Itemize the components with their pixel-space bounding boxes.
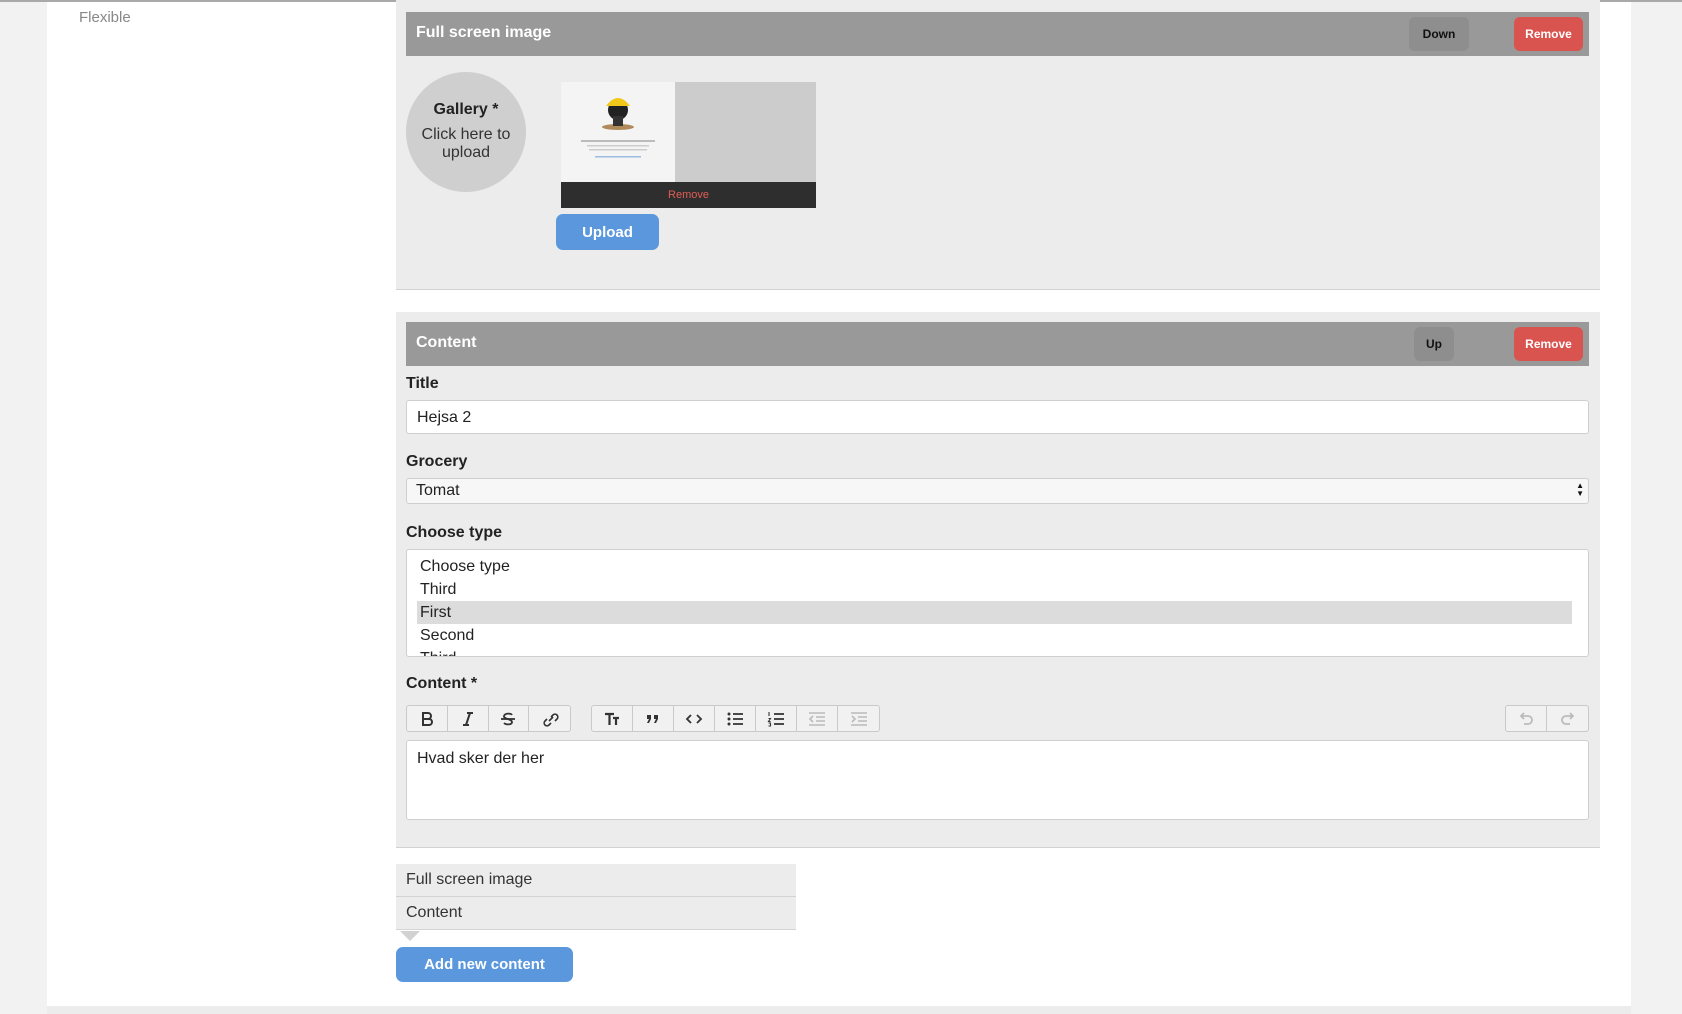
indent-icon[interactable]	[838, 706, 879, 731]
link-icon[interactable]	[529, 706, 570, 731]
listbox-option[interactable]: Second	[417, 624, 1572, 647]
heading-icon[interactable]	[592, 706, 633, 731]
move-up-button[interactable]: Up	[1414, 327, 1454, 361]
thumbnail-image	[561, 82, 675, 182]
select-arrows-icon: ▲ ▼	[1576, 481, 1584, 498]
remove-block-button[interactable]: Remove	[1514, 17, 1583, 51]
gallery-title: Gallery *	[433, 101, 499, 118]
content-editor[interactable]: Hvad sker der her	[406, 740, 1589, 820]
strikethrough-icon[interactable]	[489, 706, 530, 731]
octocat-image	[561, 82, 675, 182]
bullet-list-icon[interactable]	[715, 706, 756, 731]
title-label: Title	[406, 375, 439, 392]
grocery-label: Grocery	[406, 453, 468, 470]
undo-icon[interactable]	[1506, 706, 1547, 731]
format-toolbar-group	[406, 705, 571, 732]
gallery-upload-dropzone[interactable]: Gallery * Click here to upload	[406, 72, 526, 192]
panel-bottom-shadow	[47, 1006, 1631, 1014]
history-toolbar-group	[1505, 705, 1589, 732]
gallery-hint: Click here to upload	[421, 126, 511, 161]
outdent-icon[interactable]	[797, 706, 838, 731]
listbox-option[interactable]: Third	[417, 647, 1572, 656]
choose-type-label: Choose type	[406, 524, 503, 541]
listbox-option-selected[interactable]: First	[417, 601, 1572, 624]
full-screen-image-block: Full screen image Down Remove Gallery * …	[396, 0, 1600, 290]
content-block: Content Up Remove Title Hejsa 2 Grocery …	[396, 312, 1600, 848]
menu-caret-icon	[400, 931, 420, 941]
flexible-field-label: Flexible	[79, 9, 131, 26]
block-title: Content	[416, 334, 477, 351]
block-header: Content Up Remove	[406, 322, 1589, 366]
title-input-value: Hejsa 2	[417, 409, 472, 426]
content-label: Content *	[406, 675, 478, 692]
block-toolbar-group	[591, 705, 880, 732]
listbox-option[interactable]: Third	[417, 578, 1572, 601]
move-down-button[interactable]: Down	[1409, 17, 1469, 51]
content-editor-text: Hvad sker der her	[417, 750, 545, 767]
number-list-icon[interactable]	[756, 706, 797, 731]
grocery-selected-value: Tomat	[416, 482, 460, 499]
add-new-content-button[interactable]: Add new content	[396, 947, 573, 982]
add-menu-item-content[interactable]: Content	[396, 897, 796, 930]
listbox-option[interactable]: Choose type	[417, 555, 1572, 578]
redo-icon[interactable]	[1547, 706, 1588, 731]
choose-type-listbox[interactable]: Choose type Third First Second Third	[406, 549, 1589, 657]
upload-button[interactable]: Upload	[556, 214, 659, 250]
thumbnail-remove-button[interactable]: Remove	[561, 182, 816, 208]
block-header: Full screen image Down Remove	[406, 12, 1589, 56]
image-thumbnail: Remove	[561, 82, 816, 208]
grocery-select[interactable]: Tomat ▲ ▼	[406, 478, 1589, 504]
title-input[interactable]: Hejsa 2	[406, 400, 1589, 434]
block-title: Full screen image	[416, 24, 552, 41]
italic-icon[interactable]	[448, 706, 489, 731]
remove-block-button[interactable]: Remove	[1514, 327, 1583, 361]
code-icon[interactable]	[674, 706, 715, 731]
quote-icon[interactable]	[633, 706, 674, 731]
bold-icon[interactable]	[407, 706, 448, 731]
add-menu-item-full-screen-image[interactable]: Full screen image	[396, 864, 796, 897]
